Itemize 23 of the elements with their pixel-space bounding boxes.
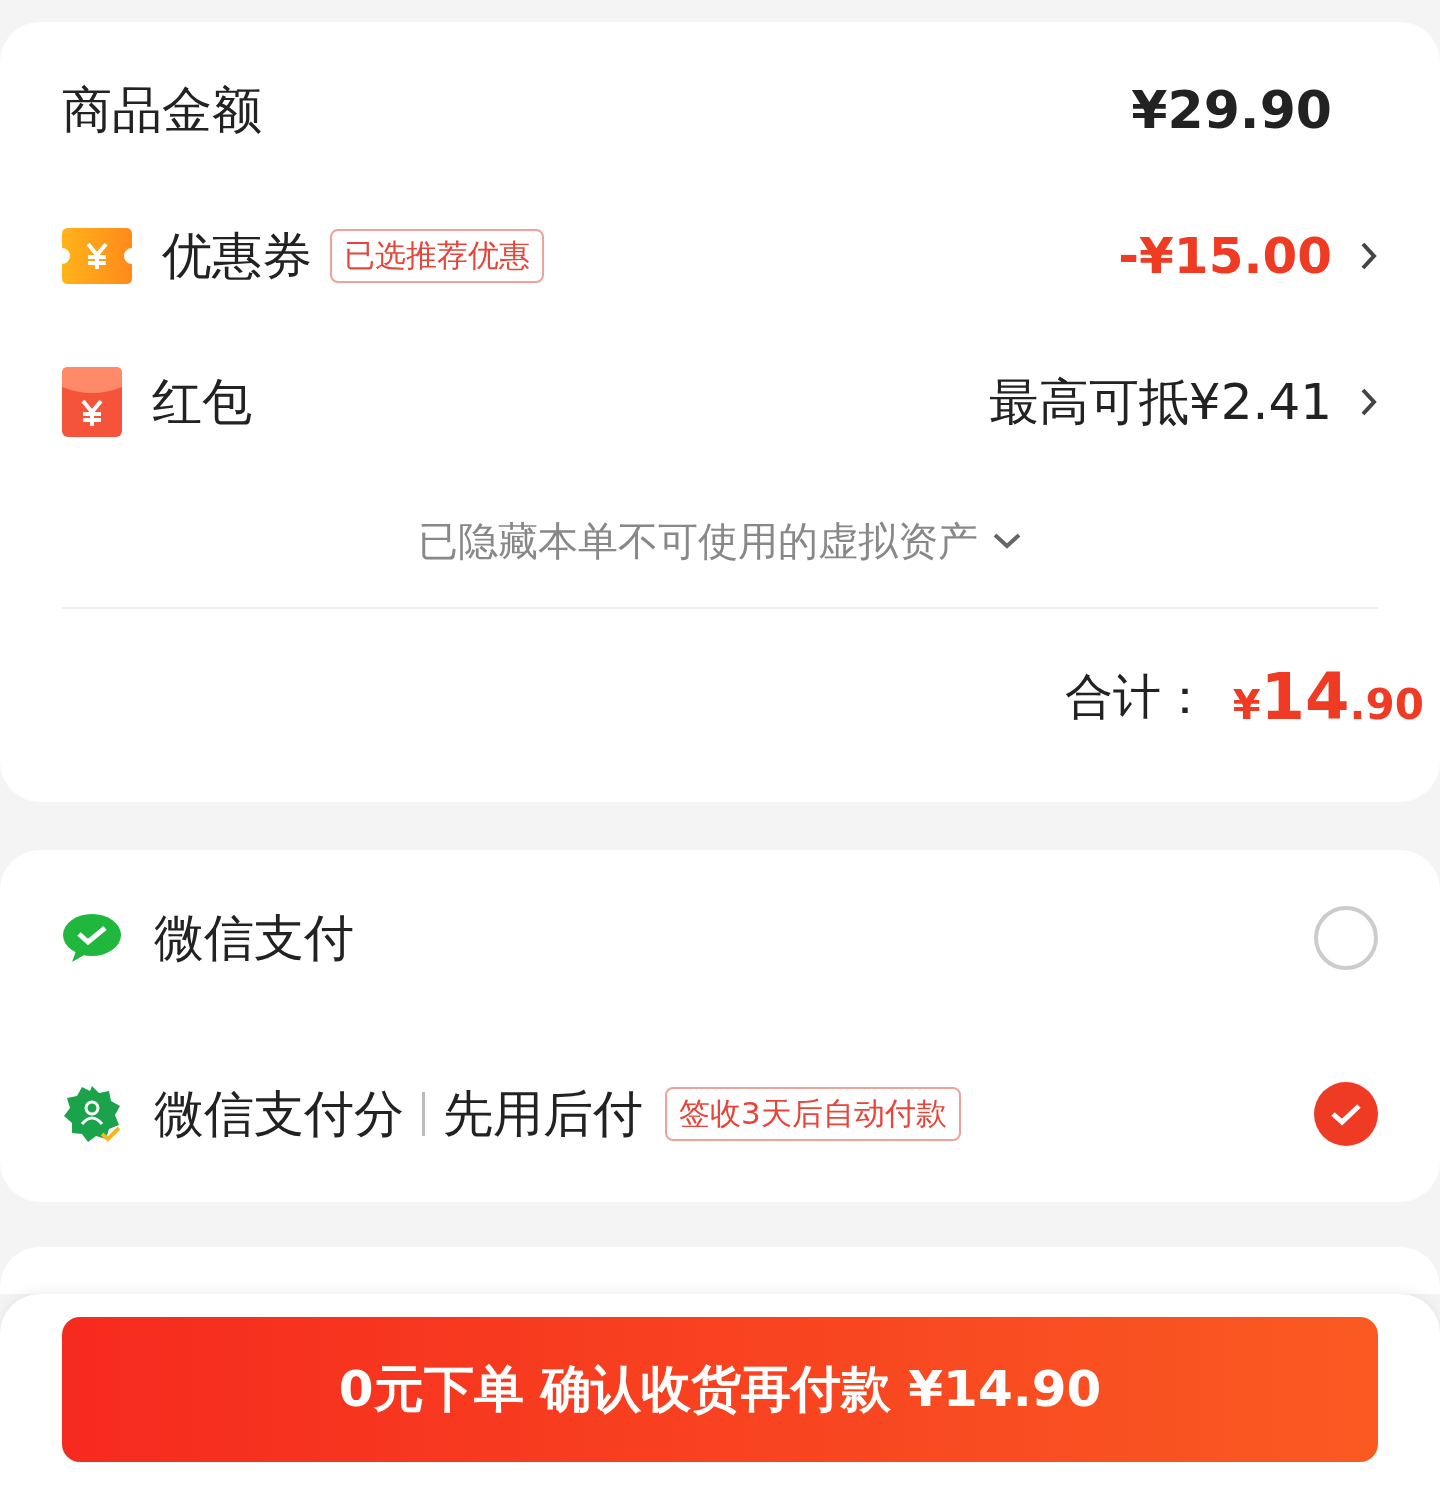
coupon-icon: [62, 228, 132, 284]
row-label: 优惠券: [162, 225, 312, 287]
row-value: ¥29.90: [1131, 80, 1332, 140]
payment-sublabel: 先用后付: [443, 1083, 643, 1145]
chevron-right-icon: [1360, 387, 1378, 417]
row-value[interactable]: 最高可抵¥2.41: [988, 368, 1332, 436]
row-label: 红包: [152, 371, 252, 433]
row-value[interactable]: -¥15.00: [1118, 227, 1332, 285]
tag: 签收3天后自动付款: [665, 1087, 961, 1141]
total-amount: ¥14.90: [1232, 660, 1424, 734]
total-label: 合计：: [1064, 667, 1209, 726]
chevron-down-icon: [992, 532, 1022, 550]
tag: 已选推荐优惠: [330, 229, 544, 283]
badge-icon: [62, 1084, 122, 1144]
chat-bubble-icon: [62, 913, 122, 963]
payment-label: 微信支付: [154, 907, 354, 969]
submit-button[interactable]: 0元下单 确认收货再付款 ¥14.90: [62, 1316, 1378, 1462]
envelope-icon: [62, 367, 122, 437]
row-label: 商品金额: [62, 79, 262, 141]
check-icon: [1330, 1102, 1362, 1126]
hidden-assets-text[interactable]: 已隐藏本单不可使用的虚拟资产: [418, 513, 978, 569]
payment-label: 微信支付分: [154, 1083, 404, 1145]
chevron-right-icon: [1360, 241, 1378, 271]
